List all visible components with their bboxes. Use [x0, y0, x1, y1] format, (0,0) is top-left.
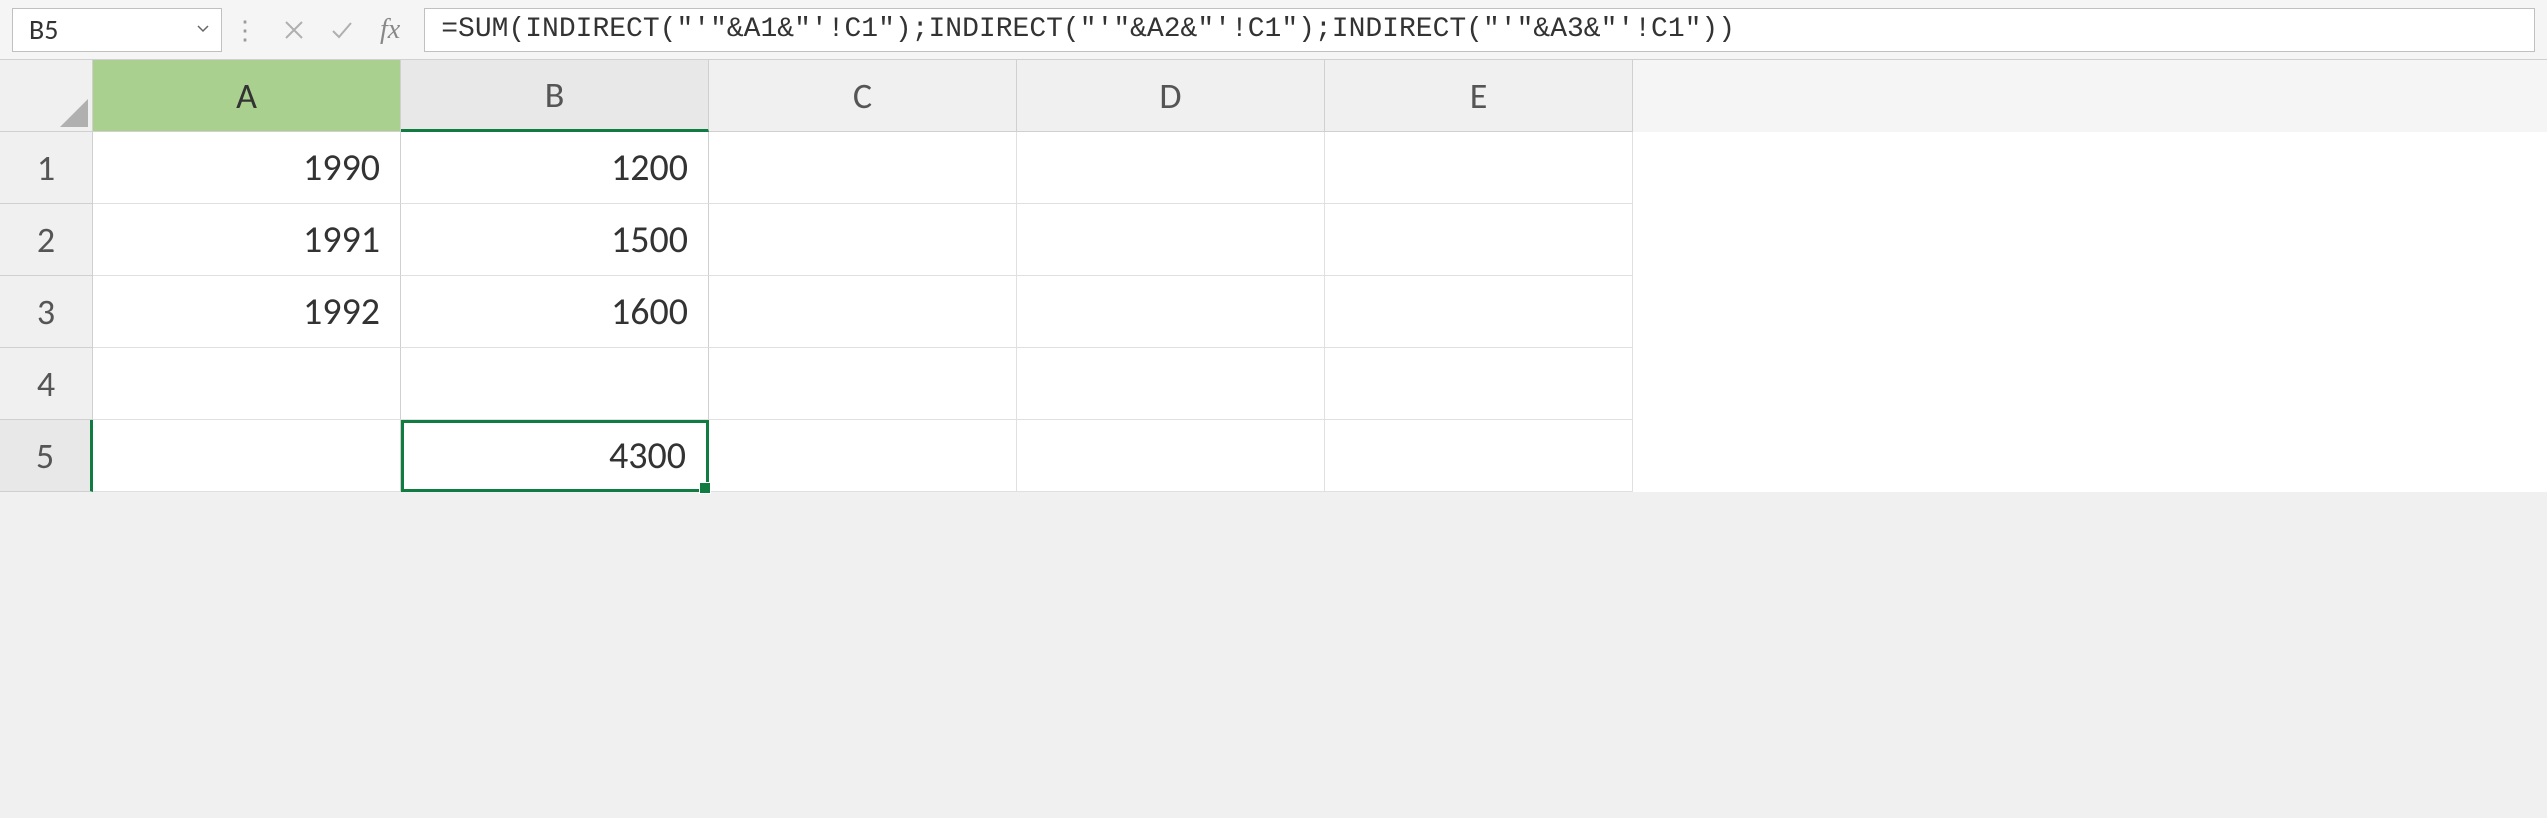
name-box-value: B5	[29, 12, 58, 47]
name-box[interactable]: B5	[12, 8, 222, 52]
cell-a5[interactable]	[93, 420, 401, 492]
formula-controls: fx	[268, 12, 416, 48]
cell-c2[interactable]	[709, 204, 1017, 276]
cell-c5[interactable]	[709, 420, 1017, 492]
formula-input[interactable]: =SUM(INDIRECT("'"&A1&"'!C1");INDIRECT("'…	[424, 8, 2535, 52]
row-header-4[interactable]: 4	[0, 348, 93, 420]
column-headers: A B C D E	[0, 60, 2547, 132]
row-header-5[interactable]: 5	[0, 420, 93, 492]
column-header-c[interactable]: C	[709, 60, 1017, 132]
cell-e3[interactable]	[1325, 276, 1633, 348]
row-2: 1991 1500	[93, 204, 1633, 276]
row-1: 1990 1200	[93, 132, 1633, 204]
fx-icon[interactable]: fx	[372, 14, 408, 46]
cell-b3[interactable]: 1600	[401, 276, 709, 348]
spreadsheet-grid: A B C D E 1 2 3 4 5 1990 1200 1991 1500	[0, 60, 2547, 492]
row-3: 1992 1600	[93, 276, 1633, 348]
cell-e4[interactable]	[1325, 348, 1633, 420]
cell-e5[interactable]	[1325, 420, 1633, 492]
cells-area: 1990 1200 1991 1500 1992 1600	[93, 132, 1633, 492]
grid-body: 1 2 3 4 5 1990 1200 1991 1500 1992	[0, 132, 2547, 492]
cell-a2[interactable]: 1991	[93, 204, 401, 276]
name-box-dropdown-icon[interactable]	[195, 19, 211, 41]
cell-a4[interactable]	[93, 348, 401, 420]
column-header-e[interactable]: E	[1325, 60, 1633, 132]
separator-icon: ⋮	[222, 27, 268, 33]
cell-b5[interactable]: 4300	[401, 420, 709, 492]
row-5: 4300	[93, 420, 1633, 492]
enter-icon[interactable]	[324, 12, 360, 48]
cancel-icon[interactable]	[276, 12, 312, 48]
cell-a1[interactable]: 1990	[93, 132, 401, 204]
row-4	[93, 348, 1633, 420]
cell-b4[interactable]	[401, 348, 709, 420]
formula-bar: B5 ⋮ fx =SUM(INDIRECT("'"&A1&"'!C1");IND…	[0, 0, 2547, 60]
select-all-corner[interactable]	[0, 60, 93, 132]
cell-b1[interactable]: 1200	[401, 132, 709, 204]
cell-d5[interactable]	[1017, 420, 1325, 492]
corner-triangle-icon	[60, 99, 88, 127]
cell-c3[interactable]	[709, 276, 1017, 348]
cell-d2[interactable]	[1017, 204, 1325, 276]
cell-c1[interactable]	[709, 132, 1017, 204]
cell-e2[interactable]	[1325, 204, 1633, 276]
cell-c4[interactable]	[709, 348, 1017, 420]
formula-text: =SUM(INDIRECT("'"&A1&"'!C1");INDIRECT("'…	[441, 14, 1735, 45]
cell-d3[interactable]	[1017, 276, 1325, 348]
cell-a3[interactable]: 1992	[93, 276, 401, 348]
cell-d4[interactable]	[1017, 348, 1325, 420]
row-headers: 1 2 3 4 5	[0, 132, 93, 492]
column-header-b[interactable]: B	[401, 60, 709, 132]
column-header-d[interactable]: D	[1017, 60, 1325, 132]
cell-e1[interactable]	[1325, 132, 1633, 204]
row-header-1[interactable]: 1	[0, 132, 93, 204]
row-header-3[interactable]: 3	[0, 276, 93, 348]
row-header-2[interactable]: 2	[0, 204, 93, 276]
cell-d1[interactable]	[1017, 132, 1325, 204]
cell-b2[interactable]: 1500	[401, 204, 709, 276]
column-header-a[interactable]: A	[93, 60, 401, 132]
